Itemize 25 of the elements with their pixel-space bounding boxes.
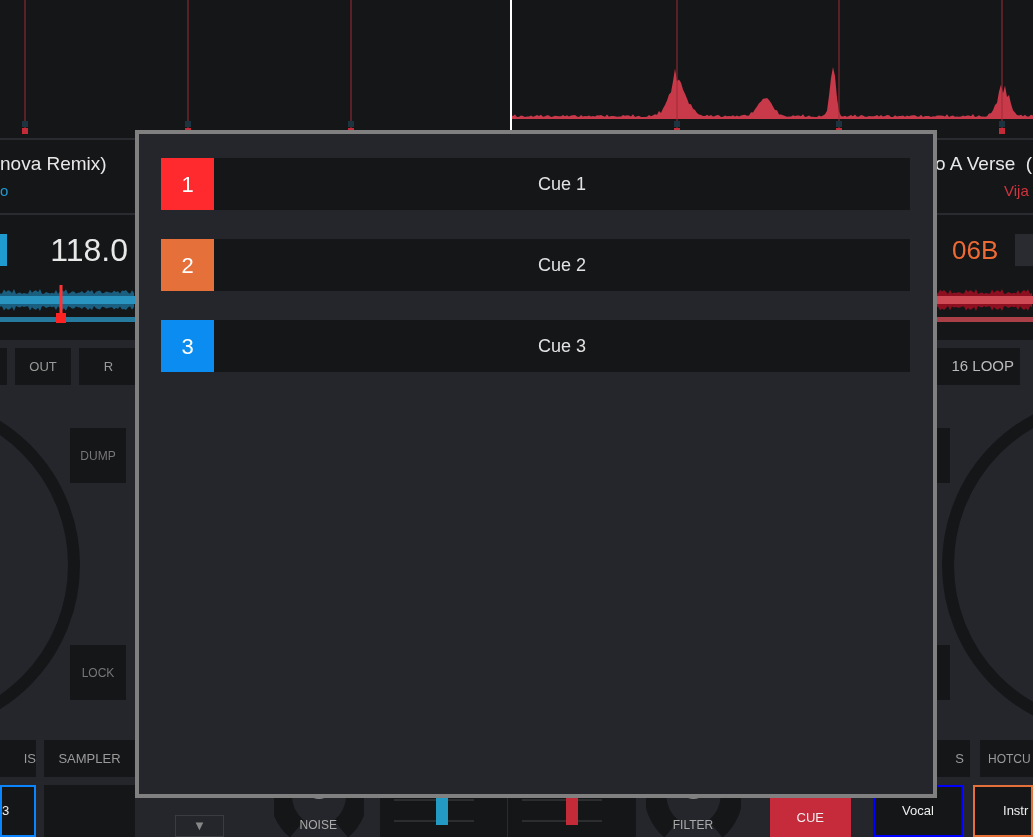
jog-button[interactable]: LOCK (70, 645, 126, 700)
cue-row[interactable]: 2 Cue 2 (161, 239, 910, 291)
cue-row[interactable]: 1 Cue 1 (161, 158, 910, 210)
collapse-toggle[interactable]: ▼ (175, 815, 225, 837)
cue-label: Cue 1 (536, 172, 587, 196)
cue-row[interactable]: 3 Cue 3 (161, 320, 910, 372)
track-artist: Vija (1004, 181, 1030, 201)
tempo-indicator (0, 234, 7, 266)
cue-number: 1 (161, 158, 214, 210)
bpm-readout: 118.0 (50, 231, 128, 270)
mode-tab[interactable]: IS (0, 740, 36, 777)
deck-button[interactable]: R (79, 348, 135, 385)
jog-button[interactable]: DUMP (70, 428, 126, 483)
cue-number: 2 (161, 239, 214, 291)
deck-button[interactable]: OUT (15, 348, 71, 385)
mode-tab[interactable]: HOTCU (980, 740, 1033, 777)
cue-label: Cue 3 (536, 334, 587, 358)
mode-tab[interactable]: SAMPLER (44, 740, 135, 777)
track-title: nova Remix) (0, 152, 108, 176)
performance-pad[interactable]: 3 (0, 785, 36, 837)
key-readout: 06B (952, 233, 999, 267)
track-artist: o (0, 181, 10, 201)
cue-label: Cue 2 (536, 253, 587, 277)
cue-number: 3 (161, 320, 214, 372)
performance-pad[interactable]: Instr (973, 785, 1033, 837)
